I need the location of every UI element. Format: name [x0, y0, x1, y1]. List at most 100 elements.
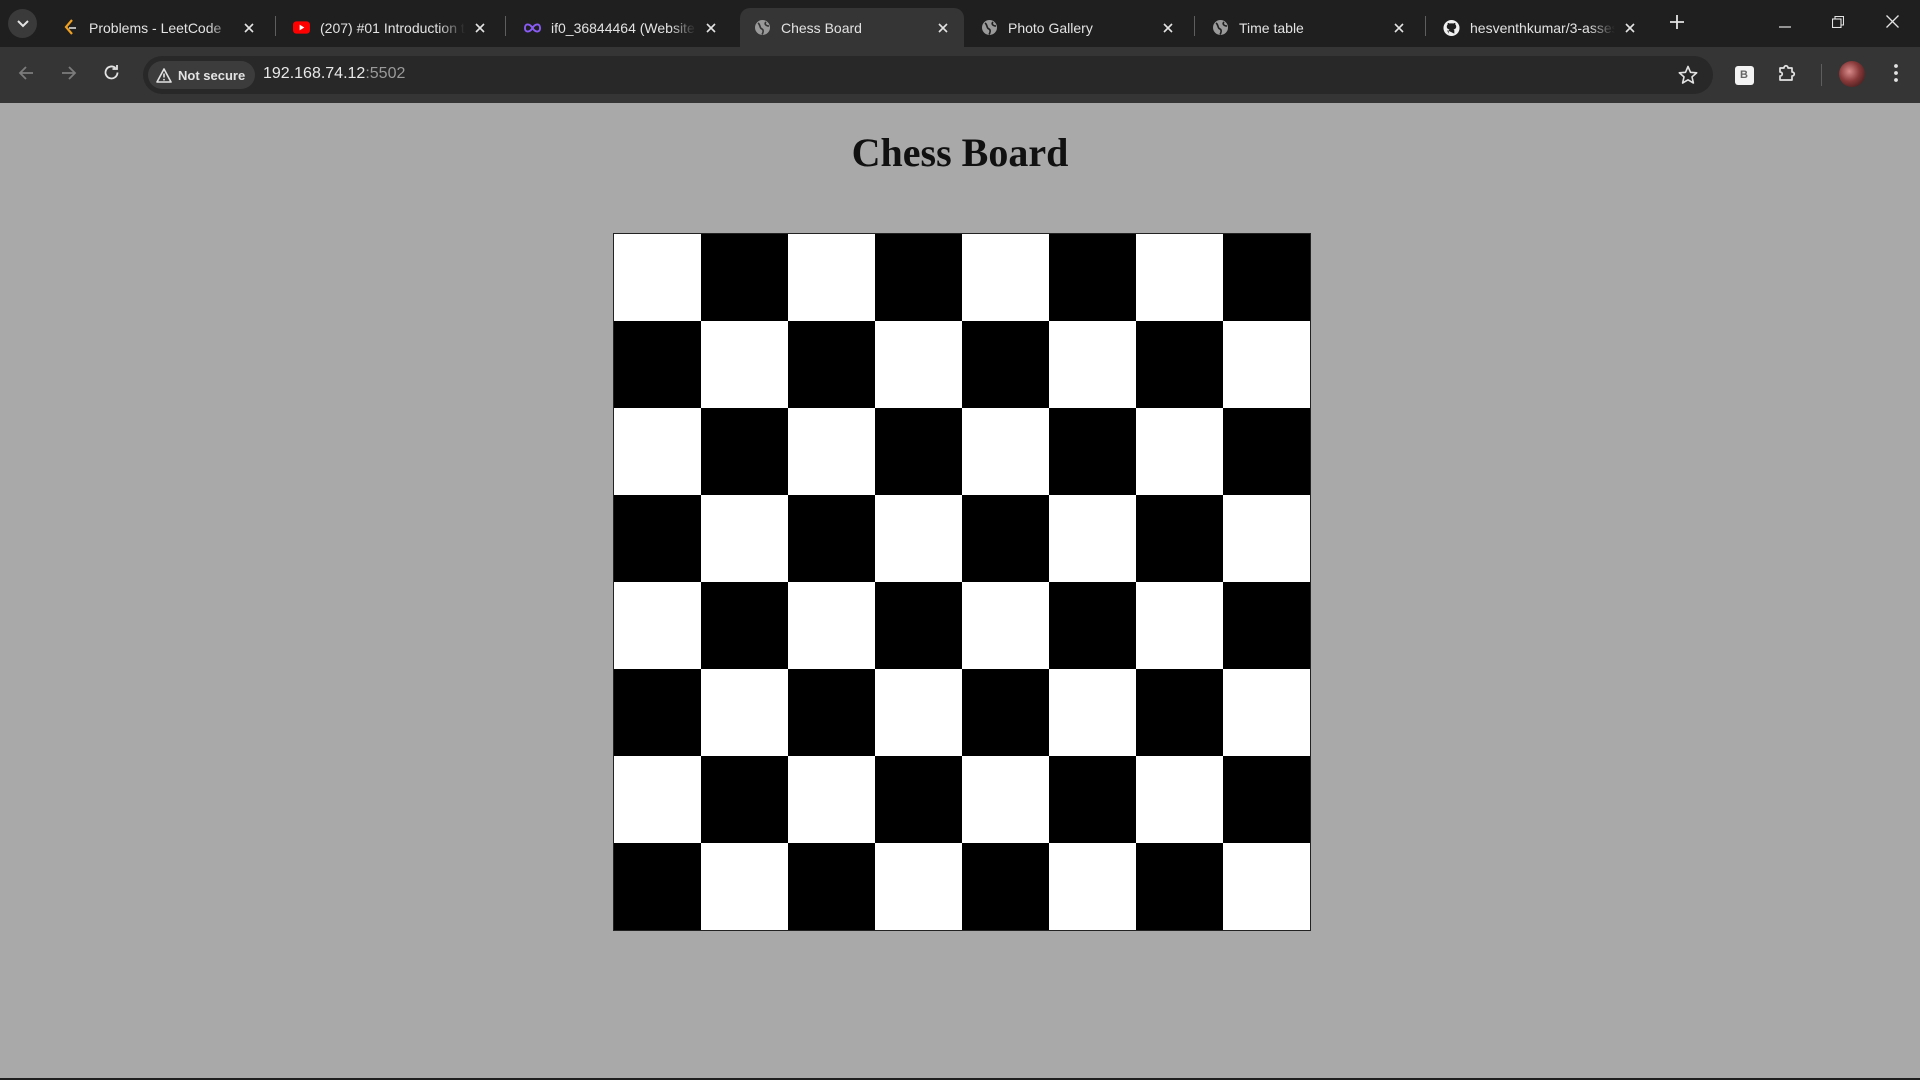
black-square: [788, 669, 875, 756]
leetcode-icon: [62, 19, 79, 36]
white-square: [701, 495, 788, 582]
white-square: [1049, 669, 1136, 756]
close-icon[interactable]: [934, 19, 952, 37]
black-square: [1223, 582, 1310, 669]
white-square: [788, 234, 875, 321]
page-title: Chess Board: [851, 130, 1069, 175]
white-square: [962, 756, 1049, 843]
tab-leetcode[interactable]: Problems - LeetCode: [48, 8, 270, 47]
globe-icon: [754, 19, 771, 36]
tab-title: Time table: [1239, 19, 1304, 36]
tab-divider: [1194, 16, 1195, 36]
tab-photo-gallery[interactable]: Photo Gallery: [967, 8, 1189, 47]
tab-youtube[interactable]: (207) #01 Introduction to: [279, 8, 501, 47]
black-square: [614, 495, 701, 582]
address-bar[interactable]: Not secure 192.168.74.12:5502: [143, 56, 1713, 94]
black-square: [962, 321, 1049, 408]
black-square: [788, 321, 875, 408]
tab-divider: [505, 16, 506, 36]
url-text[interactable]: 192.168.74.12:5502: [263, 65, 405, 83]
white-square: [1136, 234, 1223, 321]
arrow-left-icon: [18, 65, 34, 86]
close-icon[interactable]: [702, 19, 720, 37]
tab-divider: [275, 16, 276, 36]
forward-button[interactable]: [55, 61, 83, 89]
black-square: [1136, 495, 1223, 582]
tab-search-button[interactable]: [8, 9, 37, 38]
black-square: [614, 669, 701, 756]
white-square: [701, 669, 788, 756]
minimize-button[interactable]: [1770, 10, 1800, 38]
browser-toolbar: Not secure 192.168.74.12:5502 B: [0, 47, 1920, 103]
black-square: [875, 582, 962, 669]
white-square: [1049, 495, 1136, 582]
tab-title: (207) #01 Introduction to: [320, 19, 465, 36]
white-square: [701, 321, 788, 408]
black-square: [1136, 321, 1223, 408]
black-square: [962, 669, 1049, 756]
github-icon: [1443, 19, 1460, 36]
black-square: [1049, 408, 1136, 495]
white-square: [1049, 843, 1136, 930]
puzzle-icon: [1777, 63, 1797, 88]
black-square: [788, 495, 875, 582]
white-square: [1223, 321, 1310, 408]
white-square: [875, 669, 962, 756]
black-square: [1136, 669, 1223, 756]
tab-infinityfree[interactable]: if0_36844464 (Website fo: [510, 8, 732, 47]
black-square: [614, 843, 701, 930]
back-button[interactable]: [12, 61, 40, 89]
black-square: [1049, 756, 1136, 843]
close-icon[interactable]: [471, 19, 489, 37]
black-square: [1223, 234, 1310, 321]
white-square: [701, 843, 788, 930]
extensions-button[interactable]: [1774, 62, 1800, 88]
white-square: [1136, 582, 1223, 669]
infinityfree-icon: [524, 19, 541, 36]
white-square: [788, 756, 875, 843]
close-icon: [1885, 15, 1899, 33]
tab-title: Problems - LeetCode: [89, 19, 222, 36]
white-square: [1223, 843, 1310, 930]
bookmark-star-icon[interactable]: [1678, 65, 1698, 85]
white-square: [1223, 669, 1310, 756]
plus-icon: [1670, 14, 1684, 34]
black-square: [875, 234, 962, 321]
close-window-button[interactable]: [1877, 10, 1907, 38]
black-square: [875, 408, 962, 495]
chevron-down-icon: [16, 15, 29, 33]
reload-icon: [103, 64, 120, 86]
black-square: [962, 843, 1049, 930]
extension-b-button[interactable]: B: [1731, 62, 1757, 88]
arrow-right-icon: [61, 65, 77, 86]
page-viewport: Chess Board: [0, 103, 1920, 1080]
white-square: [614, 756, 701, 843]
site-info-button[interactable]: Not secure: [148, 61, 256, 89]
tab-github[interactable]: hesventhkumar/3-assess: [1429, 8, 1651, 47]
tab-chess-board[interactable]: Chess Board: [740, 8, 964, 47]
white-square: [962, 234, 1049, 321]
menu-button[interactable]: [1883, 62, 1909, 88]
new-tab-button[interactable]: [1666, 13, 1688, 35]
tab-time-table[interactable]: Time table: [1198, 8, 1420, 47]
white-square: [788, 408, 875, 495]
close-icon[interactable]: [1621, 19, 1639, 37]
black-square: [1223, 408, 1310, 495]
youtube-icon: [293, 19, 310, 36]
tab-strip: Problems - LeetCode (207) #01 Introducti…: [0, 0, 1920, 47]
white-square: [614, 408, 701, 495]
chess-board: [613, 233, 1311, 931]
close-icon[interactable]: [1390, 19, 1408, 37]
security-label: Not secure: [178, 67, 246, 83]
restore-button[interactable]: [1823, 10, 1853, 38]
profile-avatar[interactable]: [1839, 61, 1865, 87]
close-icon[interactable]: [1159, 19, 1177, 37]
reload-button[interactable]: [97, 61, 125, 89]
white-square: [875, 843, 962, 930]
black-square: [1223, 756, 1310, 843]
white-square: [1136, 756, 1223, 843]
toolbar-divider: [1821, 64, 1822, 86]
white-square: [1223, 495, 1310, 582]
close-icon[interactable]: [240, 19, 258, 37]
tab-title: Chess Board: [781, 19, 862, 36]
